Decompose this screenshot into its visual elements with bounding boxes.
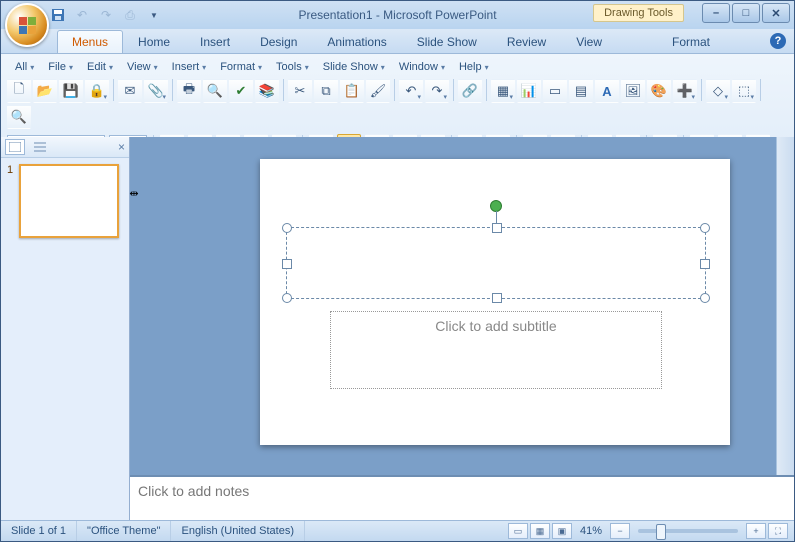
notes-placeholder: Click to add notes	[138, 483, 249, 499]
zoom-value[interactable]: 41%	[580, 525, 602, 537]
slide-mini-preview[interactable]	[19, 164, 119, 238]
doc-name: Presentation1	[298, 8, 372, 22]
print-preview-icon[interactable]: 🔍	[203, 79, 227, 103]
outline-tab-icon[interactable]	[31, 140, 49, 154]
menu-all[interactable]: All▾	[9, 59, 40, 75]
zoom-out-button[interactable]: −	[610, 523, 630, 539]
menu-help[interactable]: Help▾	[453, 59, 495, 75]
table-icon[interactable]: ▦▾	[491, 79, 515, 103]
slideshow-view-button[interactable]: ▣	[552, 523, 572, 539]
menu-view[interactable]: View▾	[121, 59, 164, 75]
chart-icon[interactable]: 📊	[517, 79, 541, 103]
app-name: Microsoft PowerPoint	[383, 8, 496, 22]
status-theme: "Office Theme"	[77, 521, 171, 541]
clipart-icon[interactable]: 🎨	[647, 79, 671, 103]
spellcheck-icon[interactable]: ✔	[229, 79, 253, 103]
menu-insert[interactable]: Insert▾	[166, 59, 213, 75]
save-icon[interactable]: 💾	[59, 79, 83, 103]
textbox-icon[interactable]: ▭	[543, 79, 567, 103]
tab-format[interactable]: Format	[657, 30, 725, 53]
slides-tab-icon[interactable]	[5, 139, 25, 155]
tab-animations[interactable]: Animations	[312, 30, 401, 53]
maximize-button[interactable]: □	[732, 3, 760, 23]
subtitle-placeholder[interactable]: Click to add subtitle	[330, 311, 662, 389]
menu-edit[interactable]: Edit▾	[81, 59, 119, 75]
notes-pane[interactable]: Click to add notes	[130, 475, 794, 521]
redo-icon[interactable]: ↷▾	[425, 79, 449, 103]
resize-handle[interactable]	[282, 259, 292, 269]
email-icon[interactable]: ✉	[118, 79, 142, 103]
title-placeholder-selected[interactable]	[286, 227, 706, 299]
research-icon[interactable]: 📚	[255, 79, 279, 103]
tab-review[interactable]: Review	[492, 30, 561, 53]
sorter-view-button[interactable]: ▦	[530, 523, 550, 539]
help-icon[interactable]: ?	[770, 33, 786, 49]
close-button[interactable]: ✕	[762, 3, 790, 23]
resize-handle[interactable]	[492, 223, 502, 233]
hyperlink-icon[interactable]: 🔗	[458, 79, 482, 103]
resize-handle[interactable]	[492, 293, 502, 303]
resize-handle[interactable]	[700, 259, 710, 269]
zoom-icon[interactable]: 🔍	[7, 105, 31, 129]
normal-view-button[interactable]: ▭	[508, 523, 528, 539]
tab-slideshow[interactable]: Slide Show	[402, 30, 492, 53]
zoom-in-button[interactable]: +	[746, 523, 766, 539]
qat-save-icon[interactable]	[49, 6, 67, 24]
slide-number: 1	[7, 164, 15, 238]
open-icon[interactable]: 📂	[33, 79, 57, 103]
cut-icon[interactable]: ✂	[288, 79, 312, 103]
minimize-button[interactable]: –	[702, 3, 730, 23]
tab-insert[interactable]: Insert	[185, 30, 245, 53]
close-pane-icon[interactable]: ×	[118, 140, 125, 154]
menu-file[interactable]: File▾	[42, 59, 79, 75]
contextual-tab-label: Drawing Tools	[593, 4, 684, 22]
shapes-icon[interactable]: ◇▾	[706, 79, 730, 103]
zoom-slider[interactable]	[638, 529, 738, 533]
splitter-handle-icon[interactable]: ⇹	[129, 187, 139, 199]
menu-format[interactable]: Format▾	[214, 59, 268, 75]
resize-handle[interactable]	[282, 293, 292, 303]
slide-canvas[interactable]: Click to add subtitle	[260, 159, 730, 445]
qat-undo-icon[interactable]: ↶	[73, 6, 91, 24]
menu-tools[interactable]: Tools▾	[270, 59, 315, 75]
tab-menus[interactable]: Menus	[57, 30, 123, 53]
format-painter-icon[interactable]: 🖌	[366, 79, 390, 103]
copy-icon[interactable]: ⧉	[314, 79, 338, 103]
attach-icon[interactable]: 📎▾	[144, 79, 168, 103]
permission-icon[interactable]: 🔒▾	[85, 79, 109, 103]
qat-dropdown-icon[interactable]: ▼	[145, 6, 163, 24]
rotate-handle-icon[interactable]	[490, 200, 502, 212]
tab-view[interactable]: View	[561, 30, 617, 53]
picture-icon[interactable]: 🖼	[621, 79, 645, 103]
tab-home[interactable]: Home	[123, 30, 185, 53]
wordart-icon[interactable]: A	[595, 79, 619, 103]
resize-handle[interactable]	[282, 223, 292, 233]
undo-icon[interactable]: ↶▾	[399, 79, 423, 103]
status-language[interactable]: English (United States)	[171, 521, 305, 541]
print-icon[interactable]: 🖶	[177, 79, 201, 103]
paste-icon[interactable]: 📋	[340, 79, 364, 103]
office-button[interactable]	[5, 3, 49, 47]
vertical-scrollbar[interactable]	[776, 137, 794, 475]
resize-handle[interactable]	[700, 223, 710, 233]
resize-handle[interactable]	[700, 293, 710, 303]
new-icon[interactable]: 🗋	[7, 79, 31, 103]
qat-redo-icon[interactable]: ↷	[97, 6, 115, 24]
fit-window-button[interactable]: ⛶	[768, 523, 788, 539]
new-slide-icon[interactable]: ➕▾	[673, 79, 697, 103]
subtitle-placeholder-text: Click to add subtitle	[435, 318, 556, 334]
header-footer-icon[interactable]: ▤	[569, 79, 593, 103]
slide-thumb[interactable]: 1	[7, 164, 123, 238]
qat-print-icon[interactable]: ⎙	[121, 6, 139, 24]
status-slide: Slide 1 of 1	[1, 521, 77, 541]
tab-design[interactable]: Design	[245, 30, 312, 53]
menu-window[interactable]: Window▾	[393, 59, 451, 75]
menu-slideshow[interactable]: Slide Show▾	[317, 59, 391, 75]
arrange-icon[interactable]: ⬚▾	[732, 79, 756, 103]
